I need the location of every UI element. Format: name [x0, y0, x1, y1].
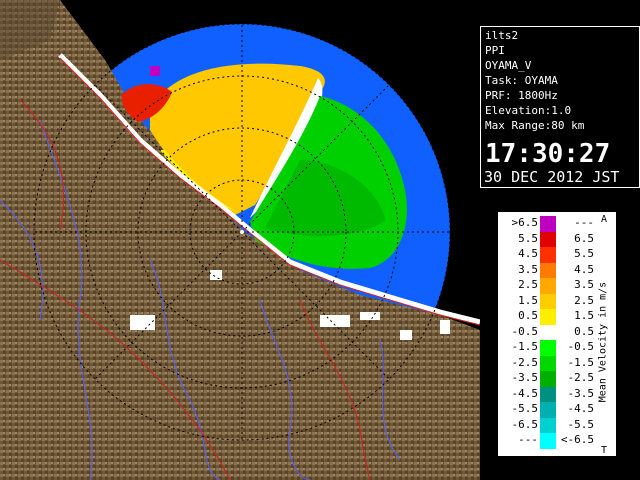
legend-row-upper: -4.5 — [567, 402, 595, 415]
legend-color-swatch — [540, 247, 556, 263]
legend-row-upper: 3.5 — [574, 278, 594, 291]
legend-row-lower: 3.5 — [518, 262, 538, 276]
legend-row-upper: <-6.5 — [560, 433, 594, 446]
legend-row-upper: 1.5 — [574, 309, 594, 322]
scan-time: 17:30:27 — [485, 139, 611, 169]
info-product: PPI — [485, 44, 505, 57]
legend-row-lower: 5.5 — [518, 231, 538, 245]
legend-row-upper: -0.5 — [567, 340, 595, 353]
info-elevation: Elevation:1.0 — [485, 104, 572, 117]
radar-site-marker — [240, 230, 244, 234]
legend-color-swatch — [540, 433, 556, 449]
legend-title: Mean Velocity in m/s — [597, 281, 609, 403]
legend-color-swatch — [540, 340, 556, 356]
legend-top-marker: A — [601, 214, 608, 225]
legend-row-upper: -2.5 — [567, 371, 595, 384]
info-task: Task: OYAMA — [485, 74, 558, 87]
legend-bottom-marker: T — [601, 445, 608, 456]
legend-color-swatch — [540, 278, 556, 294]
legend-row-upper: --- — [574, 216, 594, 229]
legend-row-lower: -4.5 — [511, 386, 539, 400]
radar-map-canvas — [0, 0, 480, 480]
legend-row-lower: 4.5 — [518, 247, 538, 260]
legend-row-lower: 2.5 — [518, 278, 538, 291]
legend-row-lower: -6.5 — [511, 417, 539, 431]
info-system: ilts2 — [485, 29, 519, 42]
legend-row-upper: 0.5 — [574, 324, 594, 338]
legend-color-swatch — [540, 371, 556, 387]
legend-color-swatch — [540, 309, 556, 325]
legend-row-lower: -5.5 — [511, 402, 539, 415]
legend-title-box: Mean Velocity in m/s — [592, 232, 614, 452]
legend-row-upper: -3.5 — [567, 386, 595, 400]
legend-row-upper: 6.5 — [574, 231, 594, 245]
legend-color-swatch — [540, 216, 556, 232]
info-prf: PRF: 1800Hz — [485, 89, 558, 102]
legend-row-lower: 0.5 — [518, 309, 538, 322]
echo-max-velocity — [150, 66, 160, 76]
info-max-range: Max Range:80 km — [485, 119, 585, 132]
legend-row-lower: --- — [518, 433, 538, 446]
scan-date: 30 DEC 2012 JST — [484, 168, 620, 186]
legend-color-swatch — [540, 293, 556, 309]
legend-row-lower: -2.5 — [511, 355, 539, 369]
legend-row-upper: -5.5 — [567, 417, 595, 431]
legend-color-swatch — [540, 324, 556, 340]
info-station: OYAMA_V — [485, 59, 532, 72]
legend-color-swatch — [540, 231, 556, 247]
legend-color-swatch — [540, 402, 556, 418]
legend-row-lower: -0.5 — [511, 324, 539, 338]
legend-color-swatch — [540, 386, 556, 402]
legend-row-lower: >6.5 — [511, 216, 539, 229]
legend-color-swatch — [540, 417, 556, 433]
legend-color-swatch — [540, 355, 556, 371]
legend-row-upper: 2.5 — [574, 293, 594, 307]
legend-row: >6.5 --- — [498, 216, 618, 232]
legend-row-upper: -1.5 — [567, 355, 595, 369]
legend-row-upper: 5.5 — [574, 247, 594, 260]
legend-row-lower: -1.5 — [511, 340, 539, 353]
legend-row-upper: 4.5 — [574, 262, 594, 276]
radar-map[interactable] — [0, 0, 480, 480]
legend-row-lower: 1.5 — [518, 293, 538, 307]
velocity-legend: >6.5 --- 5.5 6.5 4.5 5.5 3.5 4.5 2.5 3.5 1.5 2.5 0.5… — [497, 211, 617, 457]
scan-info-panel: ilts2 PPI OYAMA_V Task: OYAMA PRF: 1800H… — [480, 26, 640, 188]
legend-color-swatch — [540, 262, 556, 278]
legend-row-lower: -3.5 — [511, 371, 539, 384]
